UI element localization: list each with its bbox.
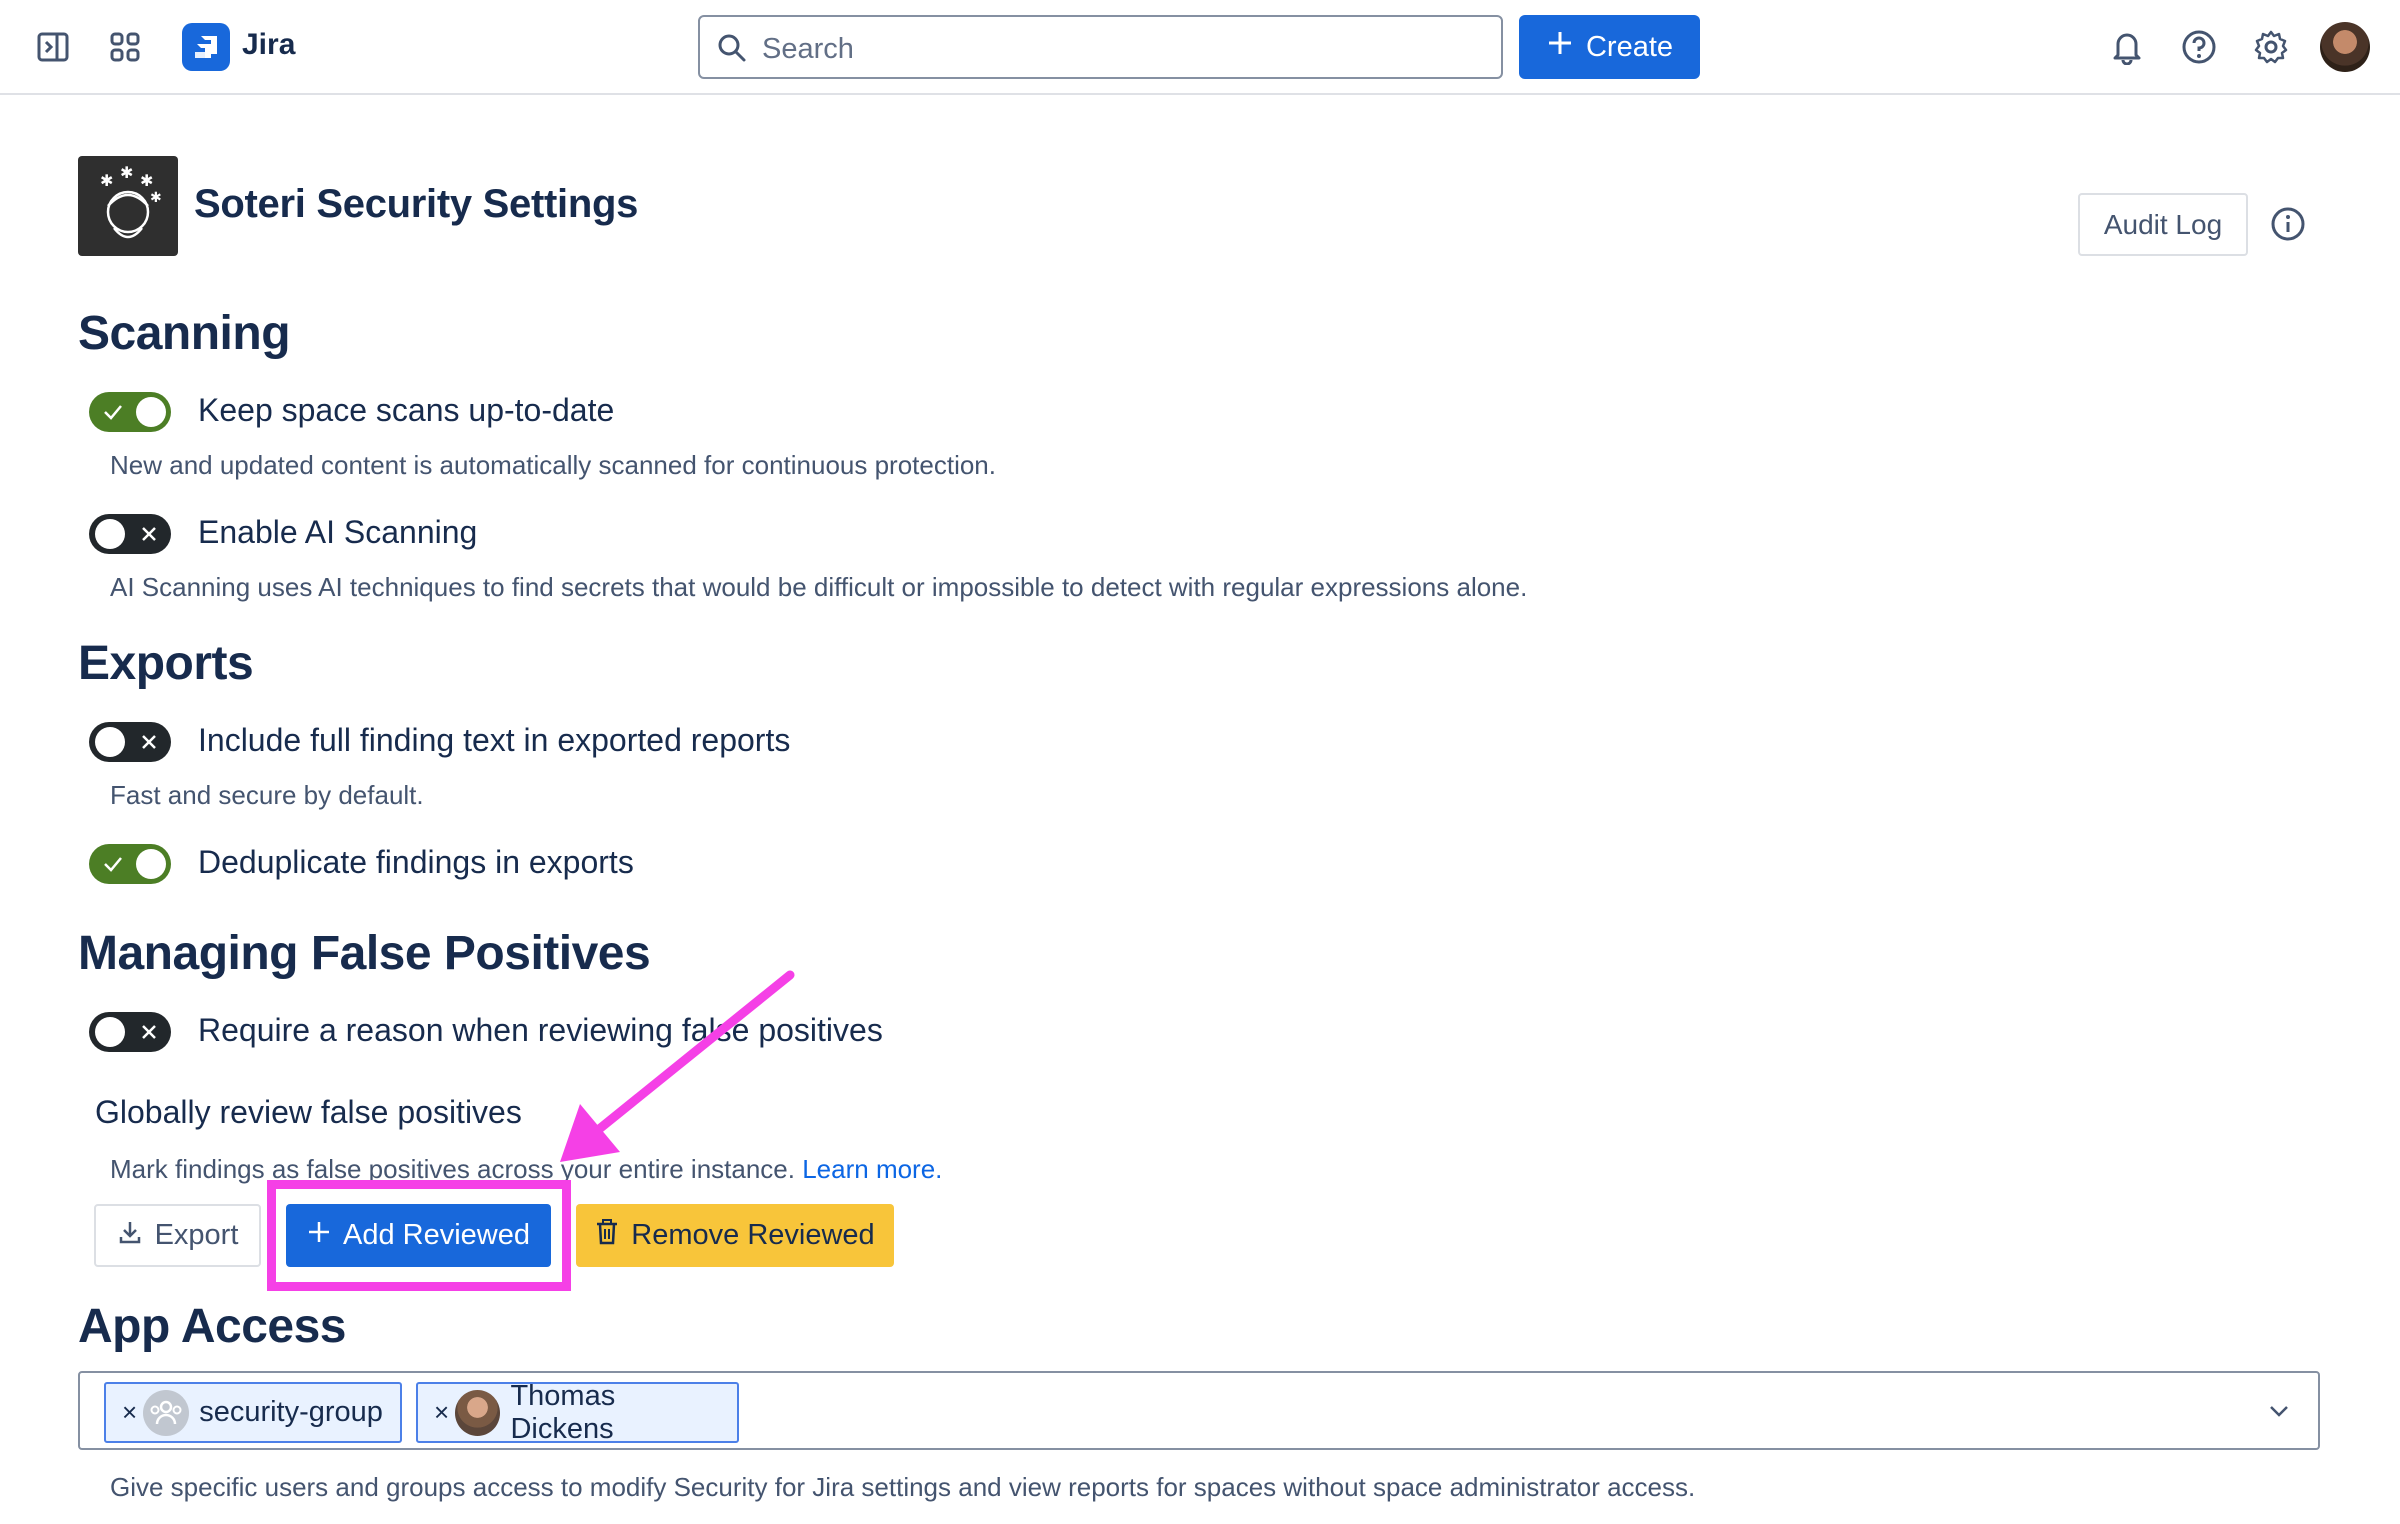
svg-text:✱: ✱ [100,171,113,190]
section-heading-app-access: App Access [78,1300,347,1353]
keep-scans-label: Keep space scans up-to-date [198,392,615,428]
app-access-multiselect[interactable]: × security-group × Thomas Dickens [78,1371,2320,1450]
remove-reviewed-button[interactable]: Remove Reviewed [576,1204,894,1267]
full-finding-text-toggle[interactable] [89,722,171,762]
notifications-bell-icon[interactable] [2102,22,2152,72]
toggle-knob [136,397,166,427]
section-heading-scanning: Scanning [78,307,291,360]
search-icon [716,32,748,69]
toggle-knob [95,1017,125,1047]
remove-chip-button[interactable]: × [434,1397,449,1428]
check-icon [99,850,127,878]
section-heading-exports: Exports [78,637,254,690]
chip-thomas-dickens: × Thomas Dickens [416,1379,739,1445]
soteri-logo-icon: ✱ ✱ ✱ ✱ [78,156,178,256]
app-name[interactable]: Jira [242,28,295,62]
sidebar-toggle-icon[interactable] [28,22,78,72]
cross-icon [135,728,163,756]
jira-logo-icon[interactable] [182,23,230,71]
search-input[interactable]: Search [698,15,1503,79]
section-heading-false-positives: Managing False Positives [78,927,651,980]
search-placeholder: Search [762,33,854,65]
user-avatar [455,1389,501,1436]
svg-text:✱: ✱ [150,190,162,206]
top-navigation-bar: Jira Search Create [0,0,2400,95]
keep-scans-description: New and updated content is automatically… [110,450,996,480]
learn-more-link[interactable]: Learn more. [802,1154,942,1184]
ai-scanning-toggle[interactable] [89,514,171,554]
toggle-knob [95,519,125,549]
export-button-label: Export [154,1219,239,1251]
chip-label: security-group [199,1396,383,1428]
toggle-knob [136,849,166,879]
app-switcher-icon[interactable] [100,22,150,72]
annotation-highlight-box [267,1180,571,1291]
chip-security-group: × security-group [104,1382,402,1443]
remove-reviewed-label: Remove Reviewed [631,1219,875,1251]
app-access-description: Give specific users and groups access to… [110,1472,1696,1502]
svg-text:✱: ✱ [120,163,133,182]
cross-icon [135,1018,163,1046]
cross-icon [135,520,163,548]
create-button-label: Create [1585,30,1674,63]
trash-icon [595,1218,619,1253]
ai-scanning-label: Enable AI Scanning [198,514,478,550]
deduplicate-toggle[interactable] [89,844,171,884]
settings-gear-icon[interactable] [2246,22,2296,72]
help-icon[interactable] [2174,22,2224,72]
require-reason-label: Require a reason when reviewing false po… [198,1012,883,1048]
user-avatar[interactable] [2320,22,2370,72]
page-title: Soteri Security Settings [194,182,639,226]
full-finding-text-description: Fast and secure by default. [110,780,424,810]
audit-log-button[interactable]: Audit Log [2078,193,2248,256]
annotation-arrow [560,970,795,1162]
check-icon [99,398,127,426]
export-button[interactable]: Export [94,1204,261,1267]
keep-scans-toggle[interactable] [89,392,171,432]
info-icon[interactable] [2270,206,2306,247]
remove-chip-button[interactable]: × [122,1397,137,1428]
create-button[interactable]: Create [1519,15,1700,79]
deduplicate-label: Deduplicate findings in exports [198,844,634,880]
download-icon [117,1219,143,1253]
chevron-down-icon[interactable] [2266,1398,2292,1429]
svg-text:✱: ✱ [140,171,153,190]
chip-label: Thomas Dickens [510,1379,616,1445]
full-finding-text-label: Include full finding text in exported re… [198,722,791,758]
global-review-title: Globally review false positives [95,1094,522,1130]
toggle-knob [95,727,125,757]
group-icon [143,1389,190,1436]
ai-scanning-description: AI Scanning uses AI techniques to find s… [110,572,1528,602]
require-reason-toggle[interactable] [89,1012,171,1052]
plus-icon [1546,29,1574,65]
